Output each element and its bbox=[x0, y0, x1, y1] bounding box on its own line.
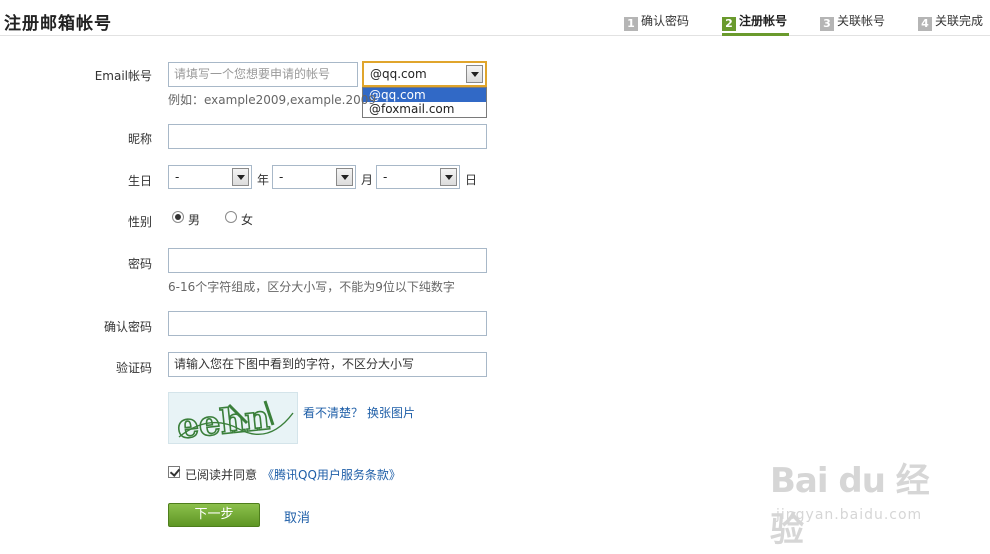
gender-male-label[interactable]: 男 bbox=[188, 211, 200, 228]
cant-see-link[interactable]: 看不清楚？ bbox=[303, 404, 363, 421]
birth-year-select[interactable]: - bbox=[168, 165, 252, 189]
step-number: 3 bbox=[820, 17, 834, 31]
chevron-down-icon[interactable] bbox=[232, 168, 249, 186]
baidu-watermark: Bai du 经验 jingyan.baidu.com bbox=[770, 445, 960, 550]
chevron-down-icon[interactable] bbox=[336, 168, 353, 186]
email-domain-value: @qq.com bbox=[370, 67, 427, 81]
birth-day-value: - bbox=[383, 170, 388, 184]
refresh-captcha-link[interactable]: 换张图片 bbox=[367, 404, 415, 421]
birth-month-value: - bbox=[279, 170, 284, 184]
nickname-label: 昵称 bbox=[127, 132, 152, 146]
step-link-complete: 4 关联完成 bbox=[918, 12, 983, 36]
step-indicator: 1 确认密码 2 注册帐号 3 关联帐号 4 关联完成 bbox=[0, 12, 990, 36]
step-confirm-password: 1 确认密码 bbox=[624, 12, 689, 36]
terms-link[interactable]: 《腾讯QQ用户服务条款》 bbox=[262, 466, 401, 483]
next-button[interactable]: 下一步 bbox=[168, 503, 260, 527]
month-unit: 月 bbox=[361, 173, 374, 187]
captcha-image: eehn bbox=[168, 392, 298, 448]
email-hint: 例如：example2009,example.2009 bbox=[168, 93, 377, 107]
step-label: 关联完成 bbox=[935, 14, 984, 28]
step-label: 关联帐号 bbox=[837, 14, 886, 28]
captcha-text: eehn bbox=[175, 398, 271, 445]
email-label: Email帐号 bbox=[94, 69, 152, 83]
birth-month-select[interactable]: - bbox=[272, 165, 356, 189]
email-domain-dropdown: @qq.com @foxmail.com bbox=[362, 87, 487, 118]
birth-year-value: - bbox=[175, 170, 180, 184]
email-input[interactable]: 请填写一个您想要申请的帐号 bbox=[168, 62, 358, 87]
step-number: 2 bbox=[722, 17, 736, 31]
captcha-label: 验证码 bbox=[115, 361, 152, 375]
agreement-checkbox[interactable] bbox=[168, 466, 180, 478]
email-domain-select[interactable]: @qq.com bbox=[362, 61, 487, 87]
gender-label: 性别 bbox=[127, 215, 152, 229]
confirm-password-label: 确认密码 bbox=[103, 320, 152, 334]
nickname-input[interactable] bbox=[168, 124, 487, 149]
gender-male-radio[interactable] bbox=[172, 211, 184, 223]
gender-female-label[interactable]: 女 bbox=[241, 211, 253, 228]
password-hint: 6-16个字符组成，区分大小写，不能为9位以下纯数字 bbox=[168, 280, 455, 294]
step-link-account: 3 关联帐号 bbox=[820, 12, 885, 36]
step-number: 4 bbox=[918, 17, 932, 31]
password-input[interactable] bbox=[168, 248, 487, 273]
watermark-url: jingyan.baidu.com bbox=[776, 507, 923, 523]
chevron-down-icon[interactable] bbox=[466, 65, 483, 83]
cancel-link[interactable]: 取消 bbox=[284, 507, 310, 526]
captcha-input[interactable]: 请输入您在下图中看到的字符，不区分大小写 bbox=[168, 352, 487, 377]
birthday-label: 生日 bbox=[127, 174, 152, 188]
step-label: 注册帐号 bbox=[739, 14, 788, 28]
password-label: 密码 bbox=[127, 257, 152, 271]
page-header: 注册邮箱帐号 1 确认密码 2 注册帐号 3 关联帐号 4 关联完成 bbox=[0, 0, 990, 36]
year-unit: 年 bbox=[257, 173, 270, 187]
gender-female-radio[interactable] bbox=[225, 211, 237, 223]
confirm-password-input[interactable] bbox=[168, 311, 487, 336]
captcha-graphic: eehn bbox=[174, 397, 294, 448]
birth-day-select[interactable]: - bbox=[376, 165, 460, 189]
agreement-text: 已阅读并同意 bbox=[185, 468, 258, 482]
dropdown-option-qq[interactable]: @qq.com bbox=[363, 88, 486, 102]
dropdown-option-foxmail[interactable]: @foxmail.com bbox=[363, 102, 486, 116]
watermark-logo: Bai du 经验 bbox=[770, 461, 930, 550]
step-number: 1 bbox=[624, 17, 638, 31]
chevron-down-icon[interactable] bbox=[440, 168, 457, 186]
day-unit: 日 bbox=[465, 173, 478, 187]
step-label: 确认密码 bbox=[641, 14, 690, 28]
step-register-account: 2 注册帐号 bbox=[722, 12, 790, 36]
